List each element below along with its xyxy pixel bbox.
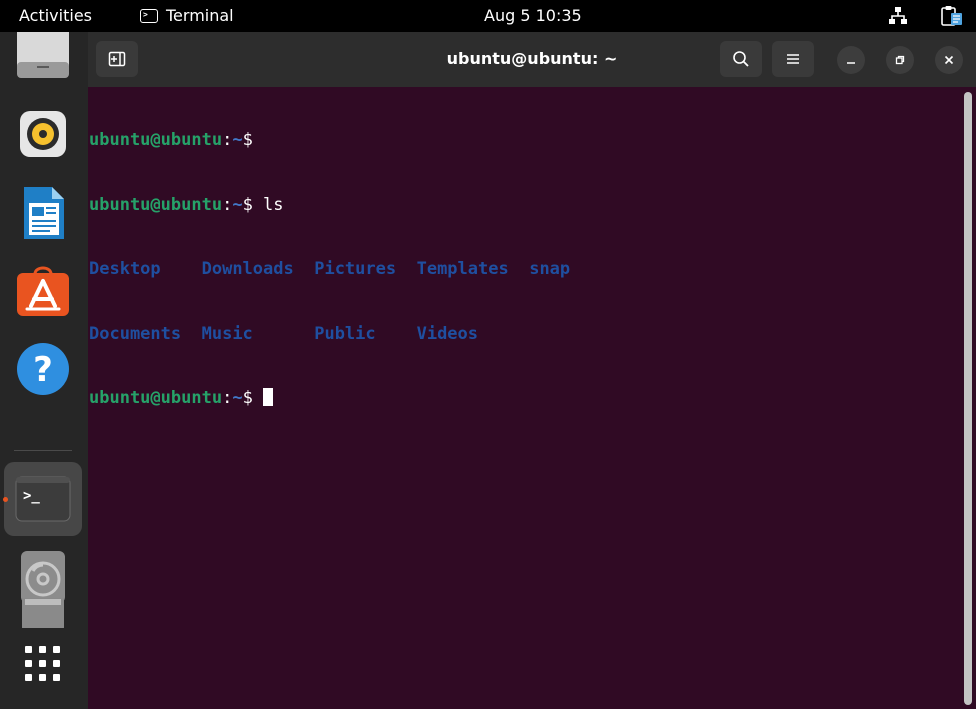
prompt-user-host: ubuntu@ubuntu	[89, 388, 223, 408]
show-apps-icon	[25, 646, 60, 681]
prompt-dollar: $	[242, 130, 264, 150]
clock[interactable]: Aug 5 10:35	[484, 6, 582, 25]
terminal-mini-icon: >	[140, 8, 158, 23]
prompt-path: ~	[232, 194, 243, 215]
optical-drive-icon	[21, 551, 65, 603]
prompt-colon: :	[222, 388, 233, 408]
header-bar[interactable]: ubuntu@ubuntu: ~	[88, 32, 976, 87]
svg-text:?: ?	[33, 350, 53, 390]
dir-entry: Desktop	[89, 259, 161, 279]
drive-icon	[22, 598, 64, 628]
dock-help[interactable]: ?	[14, 340, 72, 398]
help-icon: ?	[17, 343, 69, 395]
prompt-dollar: $	[242, 194, 264, 215]
app-menu[interactable]: > Terminal	[140, 6, 234, 25]
prompt-user-host: ubuntu@ubuntu	[89, 130, 223, 150]
dock-show-apps[interactable]	[14, 636, 72, 692]
command-text: ls	[263, 194, 284, 215]
terminal-line: ubuntu@ubuntu:~$	[89, 388, 959, 410]
clipboard-icon[interactable]	[940, 5, 964, 27]
dir-entry: Music	[201, 323, 253, 344]
prompt-path: ~	[232, 130, 243, 150]
restore-button[interactable]	[886, 46, 914, 74]
app-menu-label: Terminal	[166, 6, 234, 25]
activities-button[interactable]: Activities	[19, 6, 92, 25]
dir-entry: Videos	[416, 323, 479, 344]
close-button[interactable]	[935, 46, 963, 74]
dir-entry: Templates	[416, 259, 509, 279]
ls-output-row: Documents Music Public Videos	[89, 324, 959, 346]
network-icon[interactable]	[888, 6, 908, 26]
dir-entry: Pictures	[314, 259, 397, 279]
running-indicator	[3, 497, 8, 502]
dir-entry: snap	[529, 259, 571, 279]
scrollbar[interactable]	[964, 92, 972, 705]
search-button[interactable]	[720, 41, 762, 77]
terminal-line: ubuntu@ubuntu:~$ ls	[89, 195, 959, 217]
text-cursor	[263, 388, 274, 406]
prompt-path: ~	[232, 388, 243, 408]
terminal-window: ubuntu@ubuntu: ~ ubuntu@ubuntu:~$ ubuntu…	[88, 32, 976, 709]
terminal-glyph: >_	[23, 488, 40, 504]
files-icon	[17, 32, 69, 78]
rhythmbox-icon	[20, 111, 66, 157]
search-icon	[733, 51, 749, 67]
dock-rhythmbox[interactable]	[14, 105, 72, 163]
scrollbar-thumb[interactable]	[964, 92, 972, 705]
ls-output-row: Desktop Downloads Pictures Templates sna…	[89, 259, 959, 281]
terminal-icon: >_	[15, 476, 71, 522]
libreoffice-writer-icon	[24, 187, 64, 239]
dir-entry: Public	[314, 323, 376, 344]
dock-drive[interactable]	[14, 598, 72, 628]
prompt-colon: :	[222, 130, 233, 150]
dock-writer[interactable]	[14, 184, 72, 242]
ubuntu-software-icon	[17, 266, 69, 316]
menu-button[interactable]	[772, 41, 814, 77]
dock: ? >_	[0, 32, 88, 709]
dock-files[interactable]	[14, 32, 72, 80]
dock-terminal[interactable]: >_	[14, 470, 72, 528]
prompt-user-host: ubuntu@ubuntu	[89, 194, 223, 215]
dock-software[interactable]	[14, 262, 72, 320]
hamburger-icon	[787, 54, 799, 64]
minimize-icon	[847, 62, 855, 64]
prompt-dollar: $	[242, 388, 264, 408]
dock-separator	[14, 450, 72, 451]
minimize-button[interactable]	[837, 46, 865, 74]
prompt-colon: :	[222, 194, 233, 215]
close-icon	[944, 55, 954, 65]
terminal-line: ubuntu@ubuntu:~$	[89, 130, 959, 152]
restore-icon	[895, 55, 905, 65]
top-bar: Activities > Terminal Aug 5 10:35	[0, 0, 976, 32]
dir-entry: Documents	[89, 323, 182, 344]
dir-entry: Downloads	[201, 259, 294, 279]
terminal-output[interactable]: ubuntu@ubuntu:~$ ubuntu@ubuntu:~$ ls Des…	[89, 87, 959, 707]
